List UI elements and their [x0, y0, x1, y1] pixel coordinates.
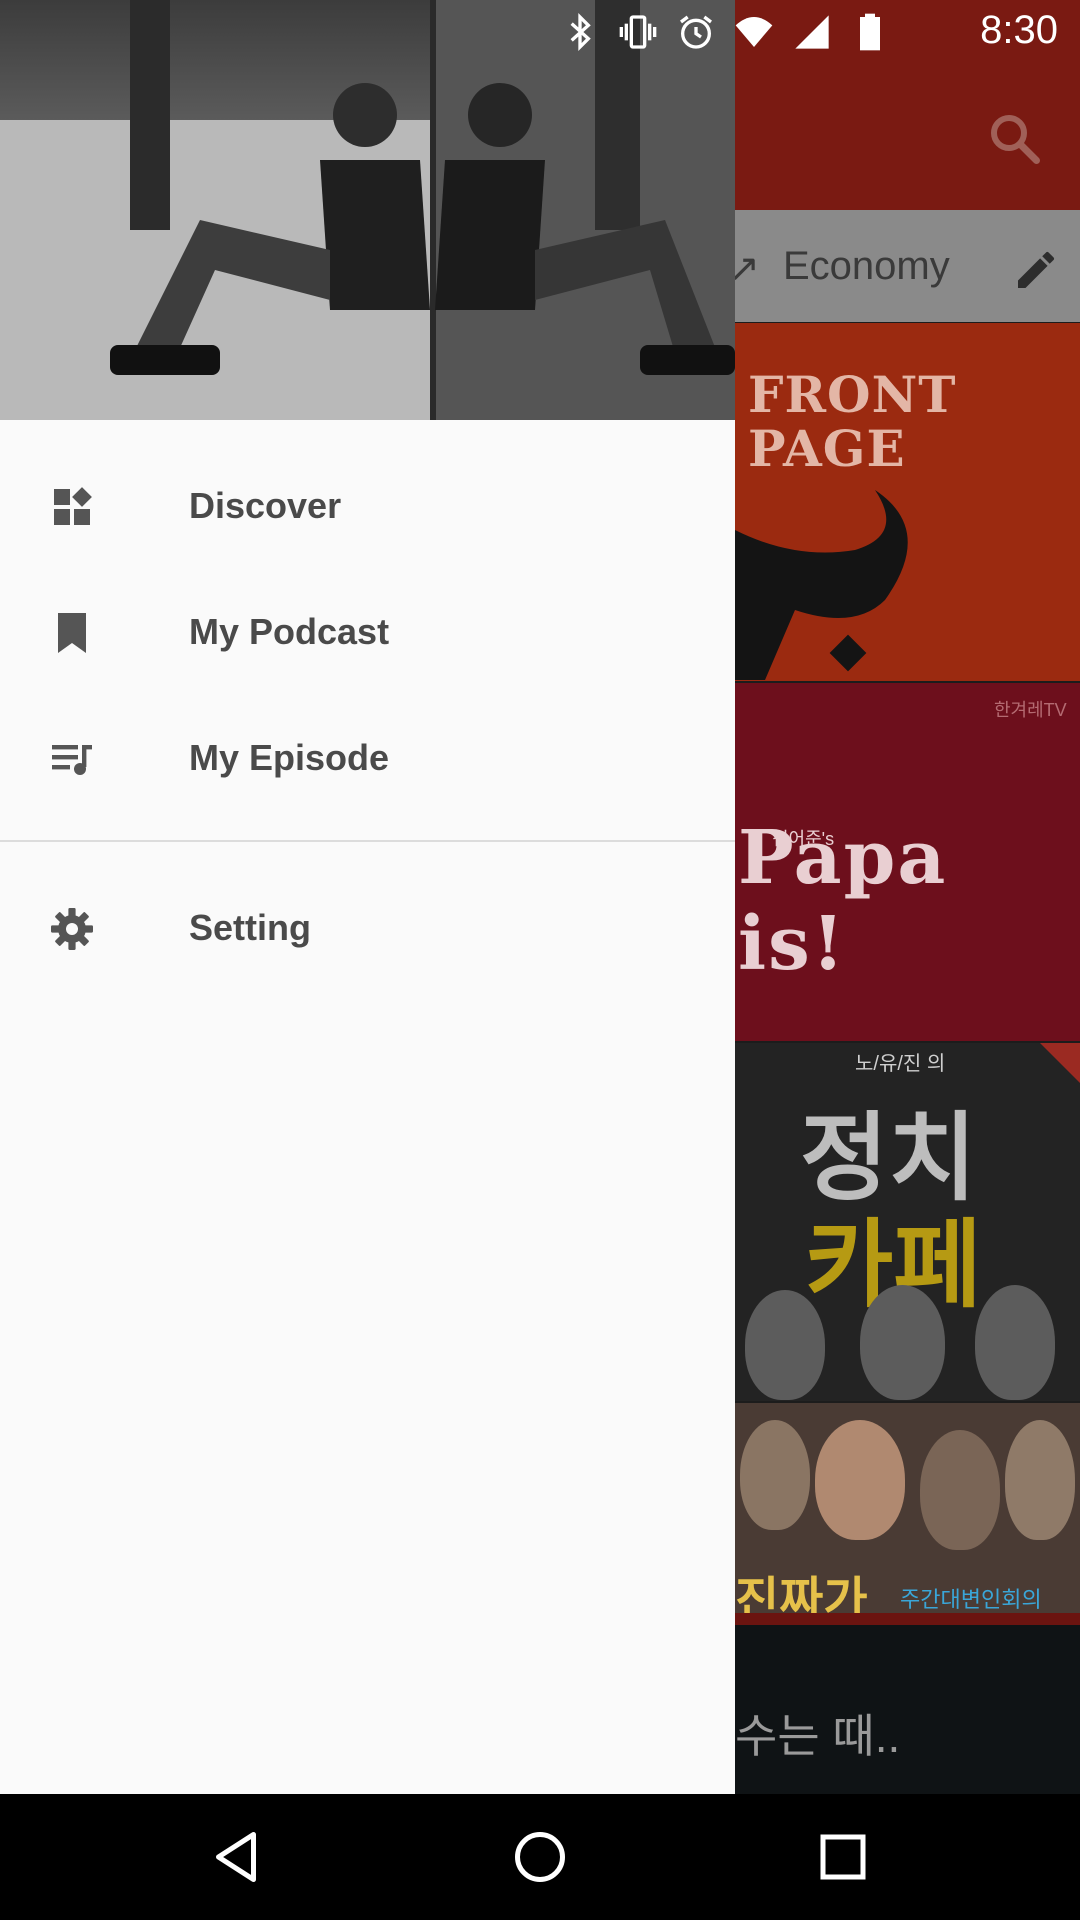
bookmark-corner-icon	[1040, 1043, 1080, 1083]
host-photo	[745, 1290, 825, 1400]
wifi-icon	[735, 17, 773, 47]
host-photo	[815, 1420, 905, 1540]
alarm-icon	[680, 15, 712, 49]
drawer-item-label: My Episode	[189, 737, 390, 778]
navigation-drawer: Discover My Podcast My Episode Setting	[0, 0, 735, 1794]
hankyoreh-logo-icon	[735, 490, 908, 680]
recents-icon[interactable]	[813, 1827, 873, 1887]
drawer-item-label: My Podcast	[189, 611, 390, 652]
tile-source: 한겨레TV	[994, 700, 1067, 720]
tile-hosts: 노/유/진 의	[855, 1053, 946, 1075]
tab-economy[interactable]: Economy	[783, 244, 950, 289]
tile-title: 수는 때..	[735, 1710, 901, 1762]
header-photo	[0, 0, 735, 420]
status-time: 8:30	[980, 8, 1058, 52]
edit-pencil-icon[interactable]	[1012, 246, 1060, 294]
gear-icon	[51, 908, 93, 950]
host-photo	[740, 1420, 810, 1530]
tile-subtitle: 주간대변인회의	[900, 1587, 1042, 1612]
drawer-item-label: Discover	[189, 485, 342, 526]
host-photo	[975, 1285, 1055, 1400]
system-nav-bar	[0, 1794, 1080, 1920]
host-photo	[1005, 1420, 1075, 1540]
drawer-item-setting[interactable]: Setting	[0, 866, 735, 992]
bookmark-icon	[58, 613, 86, 653]
host-photo	[860, 1285, 945, 1400]
vibrate-icon	[619, 15, 657, 49]
tile-title: Papa is!	[738, 815, 948, 987]
drawer-item-my-podcast[interactable]: My Podcast	[0, 570, 735, 696]
host-photo	[920, 1430, 1000, 1550]
dashboard-icon	[54, 487, 92, 525]
drawer-item-my-episode[interactable]: My Episode	[0, 696, 735, 822]
drawer-item-discover[interactable]: Discover	[0, 444, 735, 570]
tile-title: FRONT PAGE	[748, 365, 957, 478]
search-icon[interactable]	[984, 108, 1044, 168]
bluetooth-icon	[570, 12, 591, 52]
home-icon[interactable]	[510, 1827, 570, 1887]
back-icon[interactable]	[206, 1827, 266, 1887]
cell-signal-icon	[795, 15, 829, 49]
drawer-header-image	[0, 0, 735, 420]
drawer-item-label: Setting	[189, 907, 311, 948]
drawer-divider	[0, 840, 735, 842]
playlist-icon	[52, 745, 92, 775]
battery-icon	[860, 13, 880, 51]
status-bar: 8:30	[0, 0, 1080, 63]
